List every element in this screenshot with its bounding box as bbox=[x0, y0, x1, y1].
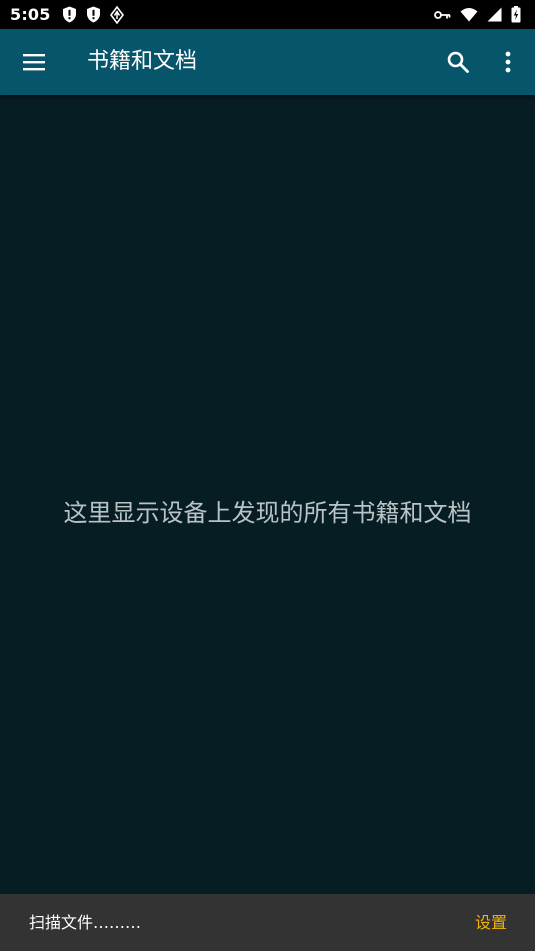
settings-action-button[interactable]: 设置 bbox=[475, 894, 507, 951]
search-icon bbox=[447, 51, 469, 73]
search-button[interactable] bbox=[434, 38, 482, 86]
shield-alert-icon bbox=[86, 6, 101, 23]
wifi-icon bbox=[460, 7, 478, 22]
empty-state-message: 这里显示设备上发现的所有书籍和文档 bbox=[63, 499, 472, 527]
signal-icon bbox=[487, 7, 502, 22]
shield-alert-icon bbox=[62, 6, 77, 23]
snackbar: 扫描文件……… 设置 bbox=[0, 894, 535, 951]
app-bar: 书籍和文档 bbox=[0, 29, 535, 95]
menu-icon bbox=[23, 54, 45, 71]
more-vert-icon bbox=[505, 51, 511, 73]
status-time: 5:05 bbox=[10, 5, 51, 24]
menu-button[interactable] bbox=[10, 38, 58, 86]
screen: 5:05 书籍和文档 这里显示设备上发现的所有书籍和文档 扫描文件……… 设置 bbox=[0, 0, 535, 951]
more-options-button[interactable] bbox=[488, 38, 528, 86]
page-title: 书籍和文档 bbox=[87, 49, 198, 74]
status-bar: 5:05 bbox=[0, 0, 535, 29]
status-bar-left: 5:05 bbox=[10, 5, 124, 24]
status-bar-right bbox=[434, 6, 521, 23]
snackbar-message: 扫描文件……… bbox=[29, 913, 142, 932]
vpn-key-icon bbox=[434, 10, 451, 20]
diamond-nav-icon bbox=[109, 5, 124, 24]
battery-icon bbox=[511, 6, 521, 23]
